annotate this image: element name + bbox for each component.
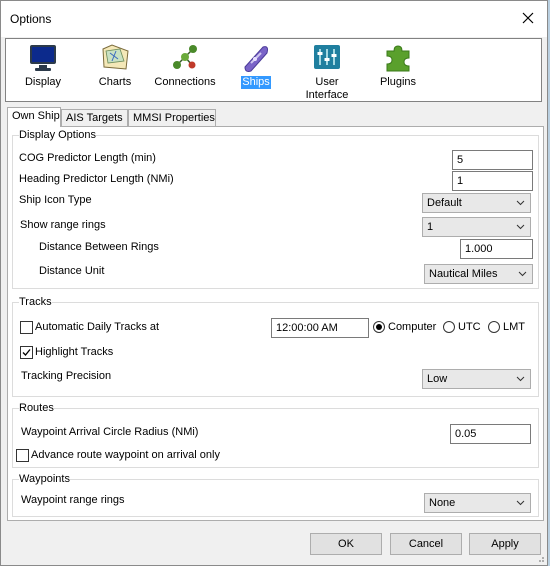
- cancel-button[interactable]: Cancel: [390, 533, 462, 555]
- advance-route-waypoint-label: Advance route waypoint on arrival only: [31, 449, 220, 461]
- category-label: Display: [24, 76, 62, 88]
- cog-predictor-label: COG Predictor Length (min): [19, 152, 156, 164]
- category-user-interface[interactable]: User Interface: [302, 39, 352, 102]
- group-title: Waypoints: [19, 473, 70, 485]
- tab-ais-targets[interactable]: AIS Targets: [61, 109, 128, 126]
- monitor-icon: [30, 45, 56, 71]
- category-toolbar: Display Charts Connections Ships User In…: [5, 38, 542, 102]
- highlight-tracks-checkbox[interactable]: [20, 346, 33, 359]
- tracking-precision-label: Tracking Precision: [21, 370, 112, 382]
- tracks-group: Tracks Automatic Daily Tracks at Compute…: [12, 296, 539, 397]
- puzzle-icon: [386, 45, 410, 72]
- options-dialog: Options Display Charts Connections Ships…: [0, 0, 548, 566]
- daily-track-time-input[interactable]: [271, 318, 369, 338]
- timezone-lmt-label: LMT: [503, 321, 525, 333]
- resize-grip-icon[interactable]: [535, 553, 545, 563]
- heading-predictor-input[interactable]: [452, 171, 533, 191]
- select-value: Nautical Miles: [429, 268, 498, 280]
- group-title: Display Options: [19, 129, 97, 141]
- chevron-down-icon: [516, 200, 525, 206]
- distance-between-rings-label: Distance Between Rings: [39, 241, 159, 253]
- timezone-radio-computer[interactable]: [373, 321, 385, 333]
- waypoint-range-rings-select[interactable]: None: [424, 493, 531, 513]
- chevron-down-icon: [516, 224, 525, 230]
- chevron-down-icon: [516, 376, 525, 382]
- category-label: Charts: [98, 76, 132, 88]
- apply-button[interactable]: Apply: [469, 533, 541, 555]
- select-value: Default: [427, 197, 462, 209]
- distance-unit-select[interactable]: Nautical Miles: [424, 264, 533, 284]
- group-title: Tracks: [19, 296, 52, 308]
- show-range-rings-label: Show range rings: [20, 219, 106, 231]
- sliders-icon: [314, 45, 340, 69]
- timezone-radio-lmt[interactable]: [488, 321, 500, 333]
- distance-between-rings-input[interactable]: [460, 239, 533, 259]
- category-ships[interactable]: Ships: [236, 39, 276, 89]
- timezone-computer-label: Computer: [388, 321, 437, 333]
- close-icon: [522, 12, 534, 24]
- select-value: Low: [427, 373, 448, 385]
- waypoint-range-rings-label: Waypoint range rings: [21, 494, 125, 506]
- category-connections[interactable]: Connections: [154, 39, 216, 89]
- check-icon: [22, 349, 31, 356]
- waypoint-arrival-radius-input[interactable]: [450, 424, 531, 444]
- connections-icon: [173, 45, 197, 69]
- tracking-precision-select[interactable]: Low: [422, 369, 531, 389]
- automatic-daily-tracks-checkbox[interactable]: [20, 321, 33, 334]
- category-label: Ships: [241, 76, 271, 89]
- waypoints-group: Waypoints Waypoint range rings None: [12, 473, 539, 517]
- highlight-tracks-label: Highlight Tracks: [35, 346, 114, 358]
- charts-icon: [102, 44, 129, 70]
- tab-mmsi-properties[interactable]: MMSI Properties: [128, 109, 216, 126]
- window-title: Options: [10, 12, 52, 26]
- chevron-down-icon: [518, 271, 527, 277]
- group-title: Routes: [19, 402, 54, 414]
- category-display[interactable]: Display: [18, 39, 68, 89]
- advance-route-waypoint-checkbox[interactable]: [16, 449, 29, 462]
- title-bar: Options: [1, 1, 547, 37]
- automatic-daily-tracks-label: Automatic Daily Tracks at: [35, 321, 160, 333]
- category-label: User Interface: [305, 76, 349, 101]
- heading-predictor-label: Heading Predictor Length (NMi): [19, 173, 174, 185]
- cog-predictor-input[interactable]: [452, 150, 533, 170]
- category-label: Plugins: [379, 76, 417, 88]
- ship-icon: [244, 46, 268, 72]
- waypoint-arrival-radius-label: Waypoint Arrival Circle Radius (NMi): [21, 426, 199, 438]
- category-label: Connections: [154, 76, 216, 88]
- category-charts[interactable]: Charts: [92, 39, 138, 89]
- timezone-utc-label: UTC: [458, 321, 481, 333]
- own-ship-panel: Display Options COG Predictor Length (mi…: [7, 126, 544, 521]
- routes-group: Routes Waypoint Arrival Circle Radius (N…: [12, 402, 539, 468]
- timezone-radio-utc[interactable]: [443, 321, 455, 333]
- ship-icon-type-label: Ship Icon Type: [19, 194, 92, 206]
- tab-own-ship[interactable]: Own Ship: [7, 107, 61, 127]
- select-value: 1: [427, 221, 434, 233]
- close-button[interactable]: [517, 7, 539, 29]
- category-plugins[interactable]: Plugins: [376, 39, 420, 89]
- range-rings-select[interactable]: 1: [422, 217, 531, 237]
- select-value: None: [429, 497, 456, 509]
- ship-icon-type-select[interactable]: Default: [422, 193, 531, 213]
- chevron-down-icon: [516, 500, 525, 506]
- display-options-group: Display Options COG Predictor Length (mi…: [12, 129, 539, 289]
- distance-unit-label: Distance Unit: [39, 265, 105, 277]
- ok-button[interactable]: OK: [310, 533, 382, 555]
